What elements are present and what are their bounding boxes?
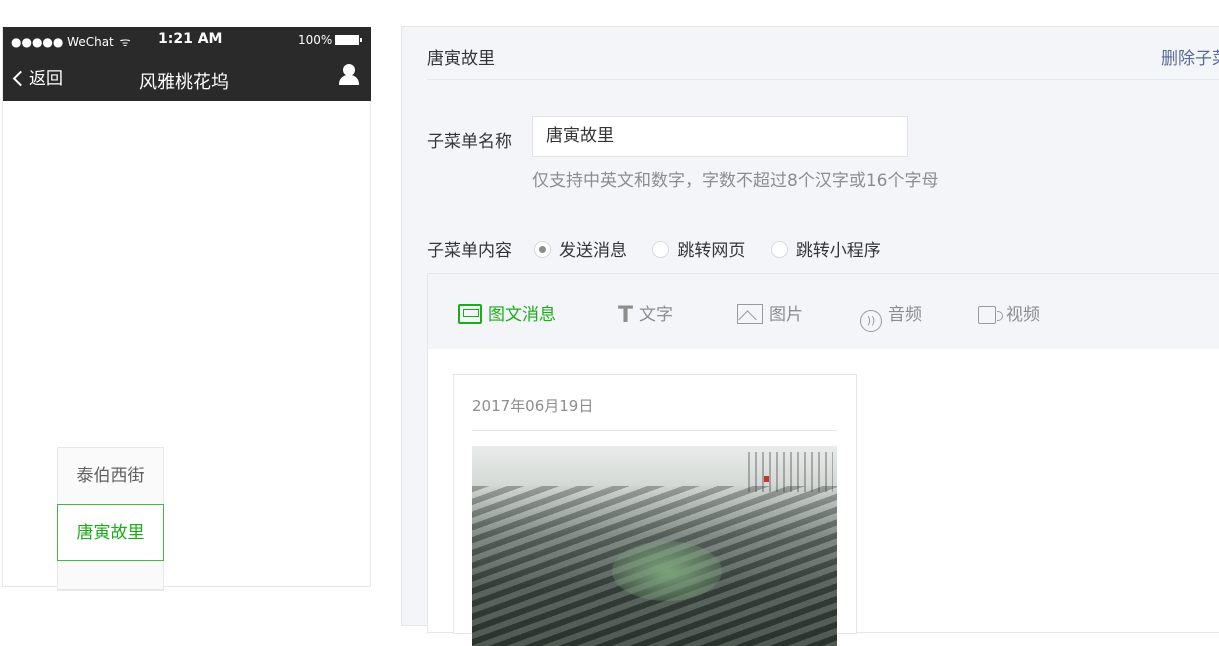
sub-menu-item[interactable]: 泰伯西街 (58, 448, 163, 505)
content-label: 子菜单内容 (427, 241, 512, 261)
radio-jump-miniprogram[interactable]: 跳转小程序 (770, 236, 881, 261)
image-icon (737, 304, 763, 324)
status-time: 1:21 AM (158, 31, 223, 47)
tab-video[interactable]: 视频 (978, 300, 1040, 325)
radio-label: 跳转网页 (677, 241, 746, 261)
battery-icon (335, 35, 363, 45)
radio-jump-webpage[interactable]: 跳转网页 (652, 236, 745, 261)
name-label: 子菜单名称 (427, 132, 512, 152)
audio-icon: )) (860, 310, 882, 332)
status-bar: ●●●●● WeChat ᯤ 1:21 AM 100% (3, 27, 371, 53)
text-icon: T (618, 303, 634, 328)
tab-news[interactable]: 图文消息 (458, 300, 556, 325)
phone-title: 风雅桃花坞 (139, 72, 229, 93)
tab-label: 视频 (1006, 305, 1040, 325)
sub-menu-item-selected[interactable]: 唐寅故里 (57, 504, 164, 561)
delete-submenu-link[interactable]: 删除子菜单 (1161, 44, 1219, 69)
radio-unchecked-icon (652, 241, 670, 258)
carrier-label: ●●●●● WeChat ᯤ (11, 35, 131, 49)
message-content-box: 图文消息 T 文字 图片 )) 音频 视频 2017年06月19日 (427, 273, 1219, 646)
menu-editor-panel: 唐寅故里 删除子菜单 子菜单名称 唐寅故里 仅支持中英文和数字，字数不超过8个汉… (401, 26, 1219, 646)
video-icon (978, 306, 1003, 324)
divider (472, 430, 837, 431)
wifi-icon: ᯤ (119, 35, 131, 49)
calligraphy-inscription (748, 452, 833, 492)
tab-label: 音频 (888, 305, 922, 325)
radio-send-message[interactable]: 发送消息 (534, 236, 627, 261)
article-date: 2017年06月19日 (472, 397, 594, 415)
editor-header: 唐寅故里 删除子菜单 (427, 27, 1219, 80)
tab-label: 文字 (639, 305, 674, 325)
radio-unchecked-icon (770, 241, 788, 258)
content-type-radio-group: 发送消息 跳转网页 跳转小程序 (534, 236, 901, 261)
tab-audio[interactable]: )) 音频 (860, 300, 922, 332)
editor-title: 唐寅故里 (427, 49, 495, 69)
sub-menu: 泰伯西街 唐寅故里 (57, 447, 164, 591)
tab-text[interactable]: T 文字 (618, 300, 673, 328)
phone-preview: ●●●●● WeChat ᯤ 1:21 AM 100% 返回 风雅桃花坞 泰伯西… (2, 27, 371, 591)
submenu-name-input[interactable]: 唐寅故里 (532, 116, 908, 157)
seal-stamp (764, 476, 769, 482)
user-icon[interactable] (338, 64, 360, 86)
article-cover-image (472, 446, 837, 646)
radio-label: 跳转小程序 (795, 241, 881, 261)
battery-label: 100% (298, 33, 363, 47)
name-hint: 仅支持中英文和数字，字数不超过8个汉字或16个字母 (532, 171, 939, 191)
tab-label: 图片 (769, 305, 803, 325)
sub-menu-item[interactable] (58, 560, 163, 590)
article-card[interactable]: 2017年06月19日 (453, 374, 857, 646)
message-type-tabs: 图文消息 T 文字 图片 )) 音频 视频 (428, 274, 1219, 349)
tab-label: 图文消息 (488, 305, 556, 325)
radio-checked-icon (534, 241, 551, 258)
radio-label: 发送消息 (559, 241, 627, 261)
news-icon (458, 304, 482, 324)
phone-header: ●●●●● WeChat ᯤ 1:21 AM 100% 返回 风雅桃花坞 (3, 27, 371, 101)
tab-image[interactable]: 图片 (737, 300, 803, 325)
